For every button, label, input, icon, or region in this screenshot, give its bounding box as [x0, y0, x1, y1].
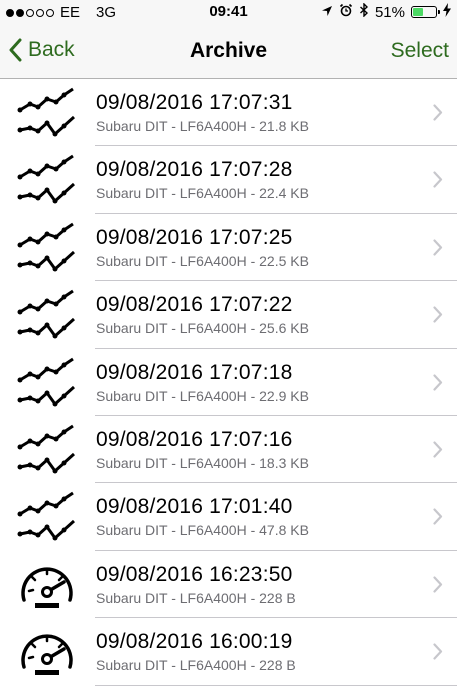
archive-list: 09/08/2016 17:07:31 Subaru DIT - LF6A400H…	[0, 79, 457, 686]
page-title: Archive	[189, 39, 268, 62]
graph-icon	[16, 86, 78, 140]
list-item[interactable]: 09/08/2016 16:23:50 Subaru DIT - LF6A400H…	[0, 551, 457, 619]
item-title: 09/08/2016 17:07:22	[96, 293, 293, 317]
chevron-right-icon	[433, 643, 443, 665]
battery-fill	[413, 8, 424, 16]
status-bar: EE 3G 09:41 51%	[0, 0, 457, 26]
item-subtitle: Subaru DIT - LF6A400H - 228 B	[96, 657, 296, 674]
bluetooth-icon	[359, 2, 369, 21]
graph-icon	[16, 356, 78, 410]
list-item[interactable]: 09/08/2016 17:01:40 Subaru DIT - LF6A400H…	[0, 483, 457, 551]
gauge-icon	[16, 625, 78, 679]
item-subtitle: Subaru DIT - LF6A400H - 18.3 KB	[96, 454, 309, 471]
item-title: 09/08/2016 17:01:40	[96, 495, 293, 519]
item-subtitle: Subaru DIT - LF6A400H - 228 B	[96, 589, 296, 606]
chevron-right-icon	[433, 373, 443, 396]
chevron-right-icon	[433, 104, 443, 126]
row-separator	[95, 684, 457, 686]
chevron-right-icon	[433, 171, 443, 193]
gauge-icon	[16, 558, 78, 612]
list-item[interactable]: 09/08/2016 17:07:25 Subaru DIT - LF6A400H…	[0, 214, 457, 282]
charging-icon	[443, 3, 451, 21]
item-subtitle: Subaru DIT - LF6A400H - 25.6 KB	[96, 320, 309, 337]
location-icon	[321, 4, 333, 21]
graph-icon	[16, 221, 78, 275]
list-item[interactable]: 09/08/2016 16:00:19 Subaru DIT - LF6A400H…	[0, 618, 457, 686]
graph-icon	[16, 490, 78, 544]
list-item[interactable]: 09/08/2016 17:07:16 Subaru DIT - LF6A400H…	[0, 416, 457, 484]
status-right: 51%	[321, 2, 451, 21]
list-item[interactable]: 09/08/2016 17:07:28 Subaru DIT - LF6A400H…	[0, 146, 457, 214]
item-title: 09/08/2016 17:07:16	[96, 427, 293, 451]
chevron-right-icon	[433, 306, 443, 328]
item-title: 09/08/2016 17:07:31	[96, 91, 293, 114]
item-subtitle: Subaru DIT - LF6A400H - 22.4 KB	[96, 185, 309, 202]
item-title: 09/08/2016 17:07:28	[96, 158, 293, 182]
chevron-right-icon	[433, 441, 443, 463]
item-title: 09/08/2016 16:00:19	[96, 630, 293, 654]
battery-icon	[411, 6, 440, 18]
battery-percent: 51%	[374, 3, 405, 21]
chevron-right-icon	[433, 576, 443, 598]
item-subtitle: Subaru DIT - LF6A400H - 47.8 KB	[96, 522, 309, 539]
list-item[interactable]: 09/08/2016 17:07:22 Subaru DIT - LF6A400H…	[0, 281, 457, 349]
item-subtitle: Subaru DIT - LF6A400H - 22.5 KB	[96, 252, 309, 269]
graph-icon	[16, 423, 78, 477]
item-title: 09/08/2016 16:23:50	[96, 562, 293, 586]
item-title: 09/08/2016 17:07:25	[96, 225, 293, 249]
item-subtitle: Subaru DIT - LF6A400H - 22.9 KB	[96, 387, 309, 404]
graph-icon	[16, 288, 78, 342]
battery-nub	[438, 10, 440, 14]
chevron-right-icon	[433, 239, 443, 261]
select-button[interactable]: Select	[391, 39, 449, 63]
item-subtitle: Subaru DIT - LF6A400H - 21.8 KB	[96, 118, 309, 134]
chevron-right-icon	[433, 508, 443, 530]
list-item[interactable]: 09/08/2016 17:07:31 Subaru DIT - LF6A400H…	[0, 79, 457, 147]
list-item[interactable]: 09/08/2016 17:07:18 Subaru DIT - LF6A400H…	[0, 349, 457, 416]
item-title: 09/08/2016 17:07:18	[96, 360, 293, 384]
alarm-icon	[339, 3, 353, 21]
navigation-bar: Back Archive Select	[0, 26, 457, 79]
graph-icon	[16, 153, 78, 207]
